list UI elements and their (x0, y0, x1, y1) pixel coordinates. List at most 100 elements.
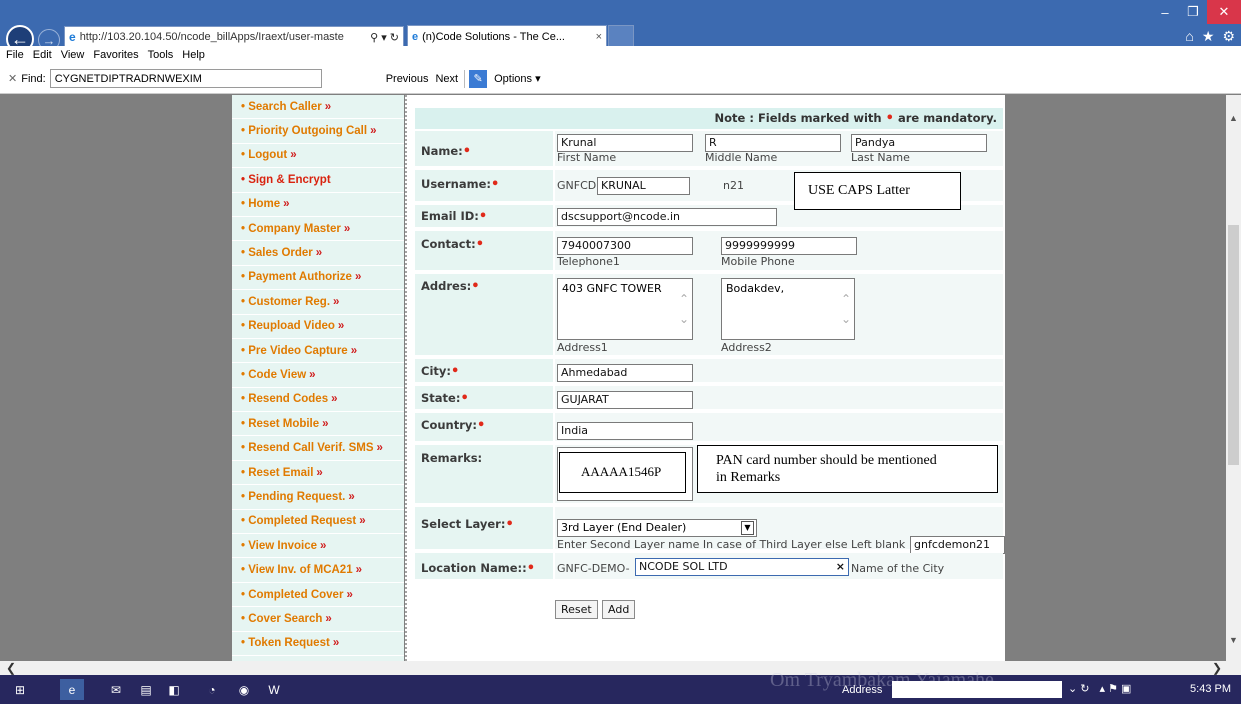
address1-caption: Address1 (557, 341, 608, 354)
search-refresh-icons[interactable]: ⚲ ▾ ↻ (366, 31, 403, 44)
scroll-up-icon[interactable]: ▲ (1229, 113, 1238, 123)
pan-annotation-line2: in Remarks (716, 470, 781, 485)
windows-start-icon[interactable]: ⊞ (8, 679, 32, 700)
chrome-icon[interactable]: ◉ (232, 679, 256, 700)
menu-tools[interactable]: Tools (148, 49, 174, 61)
scroll-left-icon[interactable]: ❮ (6, 661, 16, 675)
sidebar-item-7[interactable]: • Payment Authorize» (232, 266, 404, 291)
close-window-button[interactable]: ✕ (1207, 0, 1241, 24)
last-name-input[interactable]: Pandya (851, 134, 987, 152)
tray-network-icon[interactable]: ▴ ⚑ ▣ (1100, 682, 1132, 695)
sidebar-item-9[interactable]: • Reupload Video» (232, 315, 404, 339)
scroll-thumb[interactable] (1228, 225, 1239, 465)
find-close-icon[interactable]: ✕ (8, 72, 17, 85)
location-input[interactable]: NCODE SOL LTD × (635, 558, 849, 576)
ie-taskbar-icon[interactable]: e (60, 679, 84, 700)
second-layer-input[interactable]: gnfcdemon21 (910, 536, 1005, 554)
maximize-button[interactable]: ❐ (1179, 0, 1207, 24)
find-input[interactable] (49, 69, 322, 88)
address-bar[interactable]: e http://103.20.104.50/ncode_billApps/Ir… (64, 26, 404, 48)
word-icon[interactable]: W (262, 679, 286, 700)
middle-name-input[interactable]: R (705, 134, 841, 152)
url-text[interactable]: http://103.20.104.50/ncode_billApps/Irae… (80, 31, 366, 43)
state-input[interactable]: GUJARAT (557, 391, 693, 409)
last-name-caption: Last Name (851, 151, 910, 164)
vertical-scrollbar[interactable]: ▲ ▼ (1226, 95, 1241, 661)
add-button[interactable]: Add (602, 600, 636, 619)
sidebar-item-5[interactable]: • Company Master» (232, 217, 404, 242)
state-row: State:• GUJARAT (415, 386, 1003, 411)
store-icon[interactable]: ◧ (162, 679, 186, 700)
city-input[interactable]: Ahmedabad (557, 364, 693, 382)
sidebar-item-6[interactable]: • Sales Order» (232, 241, 404, 266)
find-options-button[interactable]: Options ▾ (494, 72, 541, 85)
chevron-down-icon[interactable]: ▼ (741, 521, 754, 535)
pan-annotation-line1: PAN card number should be mentioned (716, 453, 937, 468)
sidebar-item-0[interactable]: • Search Caller» (232, 95, 404, 120)
sidebar-item-22[interactable]: • Token Request» (232, 632, 404, 656)
find-previous-button[interactable]: Previous (386, 73, 429, 85)
textarea-scroll-icon[interactable]: ⌃ ⌄ (840, 289, 852, 329)
address1-textarea[interactable]: 403 GNFC TOWER ⌃ ⌄ (557, 278, 693, 340)
sidebar-item-8[interactable]: • Customer Reg.» (232, 290, 404, 315)
double-chevron-icon: » (359, 515, 366, 528)
browser-tab[interactable]: e (n)Code Solutions - The Ce... × (407, 25, 607, 48)
outlook-icon[interactable]: ✉ (104, 679, 128, 700)
sidebar-item-20[interactable]: • Completed Cover» (232, 583, 404, 608)
double-chevron-icon: » (333, 295, 340, 308)
country-input[interactable]: India (557, 422, 693, 440)
telephone-input[interactable]: 7940007300 (557, 237, 693, 255)
menu-favorites[interactable]: Favorites (93, 49, 138, 61)
double-chevron-icon: » (331, 393, 338, 406)
textarea-scroll-icon[interactable]: ⌃ ⌄ (678, 289, 690, 329)
sidebar-item-4[interactable]: • Home» (232, 193, 404, 217)
username-input[interactable]: KRUNAL (597, 177, 690, 195)
sidebar-item-1[interactable]: • Priority Outgoing Call» (232, 119, 404, 144)
layer-label: Select Layer:• (421, 517, 514, 532)
menu-help[interactable]: Help (182, 49, 205, 61)
sidebar-item-3[interactable]: • Sign & Encrypt (232, 168, 404, 193)
taskbar-address-input[interactable] (892, 681, 1062, 698)
address2-textarea[interactable]: Bodakdev, ⌃ ⌄ (721, 278, 855, 340)
sidebar-item-11[interactable]: • Code View» (232, 363, 404, 388)
tab-close-icon[interactable]: × (596, 31, 602, 43)
location-input-text: NCODE SOL LTD (639, 560, 728, 573)
first-name-input[interactable]: Krunal (557, 134, 693, 152)
email-input[interactable]: dscsupport@ncode.in (557, 208, 777, 226)
contact-label: Contact:• (421, 237, 485, 252)
menu-view[interactable]: View (61, 49, 85, 61)
scroll-down-icon[interactable]: ▼ (1229, 635, 1238, 645)
sidebar-item-13[interactable]: • Reset Mobile» (232, 412, 404, 437)
sidebar-item-16[interactable]: • Pending Request.» (232, 485, 404, 510)
favorites-star-icon[interactable]: ★ (1202, 28, 1215, 45)
home-icon[interactable]: ⌂ (1185, 28, 1193, 45)
mobile-input[interactable]: 9999999999 (721, 237, 857, 255)
sidebar-item-label: • View Inv. of MCA21 (241, 564, 353, 577)
new-tab-button[interactable] (608, 25, 634, 48)
sidebar-item-21[interactable]: • Cover Search» (232, 607, 404, 632)
sidebar-item-19[interactable]: • View Inv. of MCA21» (232, 558, 404, 583)
file-explorer-icon[interactable]: ▤ (134, 679, 158, 700)
app-icon[interactable]: ◔ (200, 679, 224, 700)
settings-gear-icon[interactable]: ⚙ (1222, 28, 1235, 45)
menu-bar: File Edit View Favorites Tools Help (0, 46, 1241, 64)
sidebar-item-10[interactable]: • Pre Video Capture» (232, 339, 404, 364)
taskbar-clock: 5:43 PM (1190, 683, 1231, 695)
highlight-pencil-icon[interactable]: ✎ (469, 69, 488, 88)
sidebar-item-18[interactable]: • View Invoice» (232, 534, 404, 559)
sidebar-item-12[interactable]: • Resend Codes» (232, 388, 404, 413)
horizontal-scrollbar[interactable]: ❮ ❯ (0, 661, 1241, 675)
clear-icon[interactable]: × (836, 559, 845, 575)
menu-edit[interactable]: Edit (33, 49, 52, 61)
minimize-button[interactable]: – (1151, 0, 1179, 24)
sidebar-item-15[interactable]: • Reset Email» (232, 461, 404, 486)
sidebar-item-2[interactable]: • Logout» (232, 144, 404, 169)
find-next-button[interactable]: Next (435, 73, 458, 85)
sidebar-item-14[interactable]: • Resend Call Verif. SMS» (232, 436, 404, 461)
layer-select[interactable]: 3rd Layer (End Dealer) ▼ (557, 519, 757, 537)
tray-expand-icon[interactable]: ⌄ ↻ (1068, 682, 1090, 695)
scroll-right-icon[interactable]: ❯ (1212, 661, 1222, 675)
menu-file[interactable]: File (6, 49, 24, 61)
sidebar-item-17[interactable]: • Completed Request» (232, 510, 404, 535)
reset-button[interactable]: Reset (555, 600, 598, 619)
